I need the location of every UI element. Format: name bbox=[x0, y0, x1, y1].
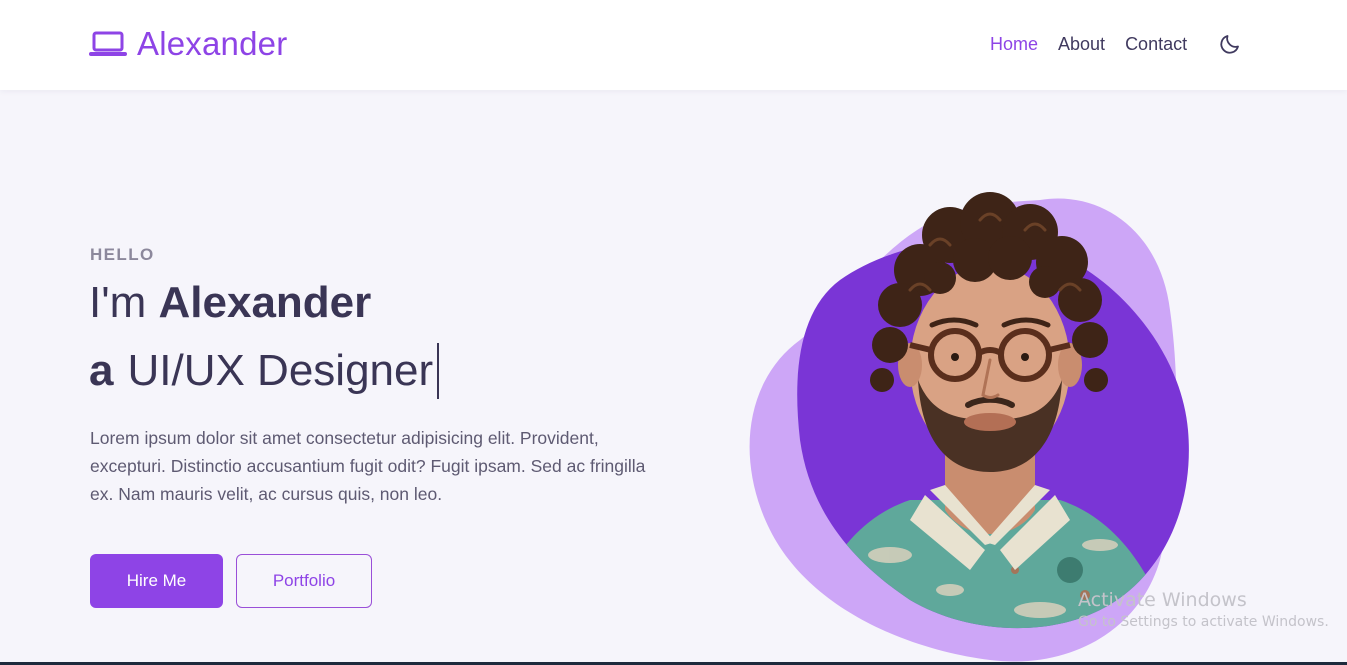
watermark-subtitle: Go to Settings to activate Windows. bbox=[1078, 614, 1329, 630]
laptop-icon bbox=[89, 29, 127, 59]
portrait-photo bbox=[749, 192, 1189, 662]
nav-about[interactable]: About bbox=[1058, 34, 1105, 55]
hero-title-line1: I'm Alexander bbox=[89, 278, 371, 328]
moon-icon[interactable] bbox=[1218, 32, 1242, 56]
hero-role-prefix: a bbox=[89, 346, 114, 395]
hero-title-name: Alexander bbox=[158, 278, 372, 327]
hero-title-prefix: I'm bbox=[89, 278, 147, 327]
windows-activation-watermark: Activate Windows Go to Settings to activ… bbox=[1078, 589, 1329, 630]
hire-me-button[interactable]: Hire Me bbox=[90, 554, 223, 608]
brand-name: Alexander bbox=[137, 25, 288, 62]
nav-contact[interactable]: Contact bbox=[1125, 34, 1187, 55]
hero-greeting: HELLO bbox=[90, 245, 155, 264]
brand-logo[interactable]: Alexander bbox=[89, 24, 287, 64]
portfolio-button[interactable]: Portfolio bbox=[236, 554, 372, 608]
hero-role: UI/UX Designer bbox=[127, 346, 434, 395]
hero-image bbox=[740, 150, 1200, 665]
hero-title-line2: a UI/UX Designer bbox=[89, 343, 440, 399]
typing-caret bbox=[437, 343, 440, 399]
watermark-title: Activate Windows bbox=[1078, 589, 1247, 611]
site-header: Alexander Home About Contact bbox=[0, 0, 1347, 90]
main-nav: Home About Contact bbox=[990, 34, 1239, 55]
page: Alexander Home About Contact HELLO I'm A… bbox=[0, 0, 1347, 665]
nav-home[interactable]: Home bbox=[990, 34, 1038, 55]
hero-description: Lorem ipsum dolor sit amet consectetur a… bbox=[90, 428, 646, 504]
